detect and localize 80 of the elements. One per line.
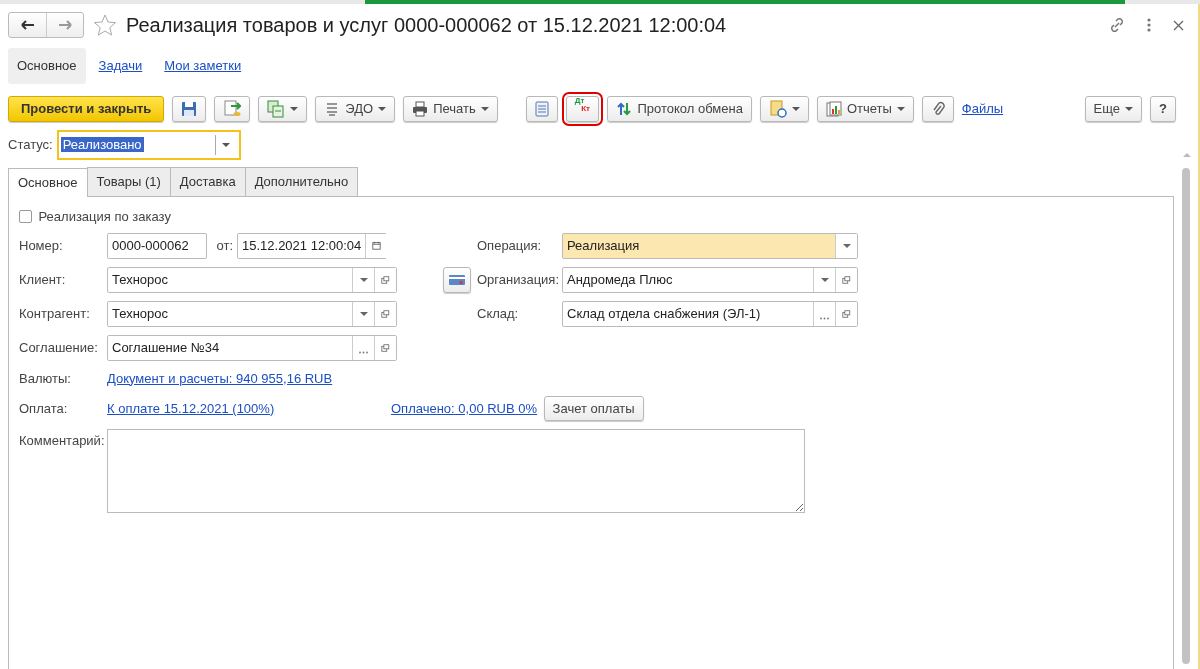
more-button[interactable]: Еще — [1084, 96, 1143, 122]
field-label: Оплата: — [19, 399, 69, 418]
open-window-icon — [842, 308, 851, 319]
open-button[interactable] — [835, 301, 857, 326]
payment-link[interactable]: К оплате 15.12.2021 (100%) — [107, 398, 275, 419]
printer-icon — [412, 101, 429, 117]
dots-icon — [359, 350, 368, 354]
form-tab[interactable]: Доставка — [169, 167, 246, 196]
print-button[interactable]: Печать — [403, 96, 498, 122]
card-button[interactable] — [443, 266, 471, 293]
scrollbar[interactable] — [1182, 152, 1192, 664]
status-field[interactable]: Реализовано — [56, 130, 241, 160]
form-tab[interactable]: Товары (1) — [86, 167, 171, 196]
open-button[interactable] — [374, 335, 396, 360]
star-icon[interactable] — [94, 14, 116, 36]
attach-button[interactable] — [921, 96, 954, 122]
edo-button[interactable]: ЭДО — [315, 96, 396, 122]
files-link[interactable]: Файлы — [961, 99, 1004, 119]
field-label: Номер: — [19, 236, 64, 255]
paperclip-icon — [930, 101, 945, 117]
view-tab[interactable]: Основное — [8, 48, 86, 84]
payment-offset-button[interactable]: Зачет оплаты — [543, 396, 644, 421]
date-field[interactable]: 15.12.2021 12:00:04 — [237, 232, 387, 259]
arrows-icon — [616, 101, 633, 117]
help-button[interactable]: ? — [1150, 96, 1176, 122]
organization-field[interactable]: Андромеда Плюс — [562, 266, 858, 293]
field-label: Контрагент: — [19, 304, 91, 323]
open-window-icon — [381, 274, 390, 285]
comment-field[interactable] — [107, 429, 805, 513]
field-label: Комментарий: — [19, 432, 106, 450]
calendar-button[interactable] — [365, 233, 388, 258]
open-button[interactable] — [374, 301, 396, 326]
currencies-link[interactable]: Документ и расчеты: 940 955,16 RUB — [107, 368, 397, 388]
checkbox-label: Реализация по заказу — [38, 207, 171, 226]
list-button[interactable] — [525, 96, 558, 122]
number-field[interactable]: 0000-000062 — [107, 232, 207, 259]
status-label: Статус: — [8, 136, 53, 155]
scroll-up-icon[interactable] — [1182, 152, 1192, 158]
checkbox[interactable] — [19, 209, 32, 223]
exchange-log-button[interactable]: Протокол обмена — [607, 96, 752, 122]
counterparty-field[interactable]: Технорос — [107, 300, 397, 327]
forward-arrow-icon — [58, 20, 72, 30]
card-icon — [449, 273, 465, 286]
post-button[interactable] — [214, 96, 251, 122]
post-and-close-button[interactable]: Провести и закрыть — [8, 96, 165, 122]
paid-link[interactable]: Оплачено: 0,00 RUB 0% — [391, 398, 538, 419]
form-tab[interactable]: Дополнительно — [244, 167, 359, 196]
form-tab[interactable]: Основное — [8, 168, 88, 197]
open-button[interactable] — [374, 267, 396, 292]
agreement-field[interactable]: Соглашение №34 — [107, 334, 397, 361]
field-label: Валюты: — [19, 369, 72, 388]
report-icon — [825, 101, 842, 117]
dropdown-button[interactable] — [835, 233, 857, 258]
back-arrow-icon — [20, 20, 35, 30]
window-title: Реализация товаров и услуг 0000-000062 от 15.12.2021 12:00:04 — [126, 13, 728, 38]
field-label: Склад: — [477, 304, 520, 323]
field-label: Соглашение: — [19, 338, 99, 357]
view-tab[interactable]: Мои заметки — [155, 48, 251, 84]
schedule-button[interactable] — [759, 96, 809, 122]
warehouse-field[interactable]: Склад отдела снабжения (ЭЛ-1) — [562, 300, 858, 327]
reports-button[interactable]: Отчеты — [816, 96, 914, 122]
document-icon — [223, 100, 242, 118]
field-label: от: — [215, 236, 234, 255]
client-field[interactable]: Технорос — [107, 266, 397, 293]
open-window-icon — [842, 274, 851, 285]
calendar-icon — [372, 240, 382, 251]
operation-field[interactable]: Реализация — [562, 232, 858, 259]
view-tab[interactable]: Задачи — [89, 48, 152, 84]
save-button[interactable] — [172, 96, 207, 122]
open-window-icon — [381, 308, 390, 319]
open-button[interactable] — [835, 267, 857, 292]
field-label: Операция: — [477, 236, 543, 255]
floppy-icon — [181, 101, 198, 117]
field-label: Организация: — [477, 270, 561, 289]
field-label: Клиент: — [19, 270, 67, 289]
document-clock-icon — [768, 100, 787, 118]
create-based-button[interactable] — [258, 96, 308, 122]
list-icon — [534, 101, 549, 117]
dots-icon — [820, 316, 829, 320]
open-window-icon — [381, 342, 390, 353]
